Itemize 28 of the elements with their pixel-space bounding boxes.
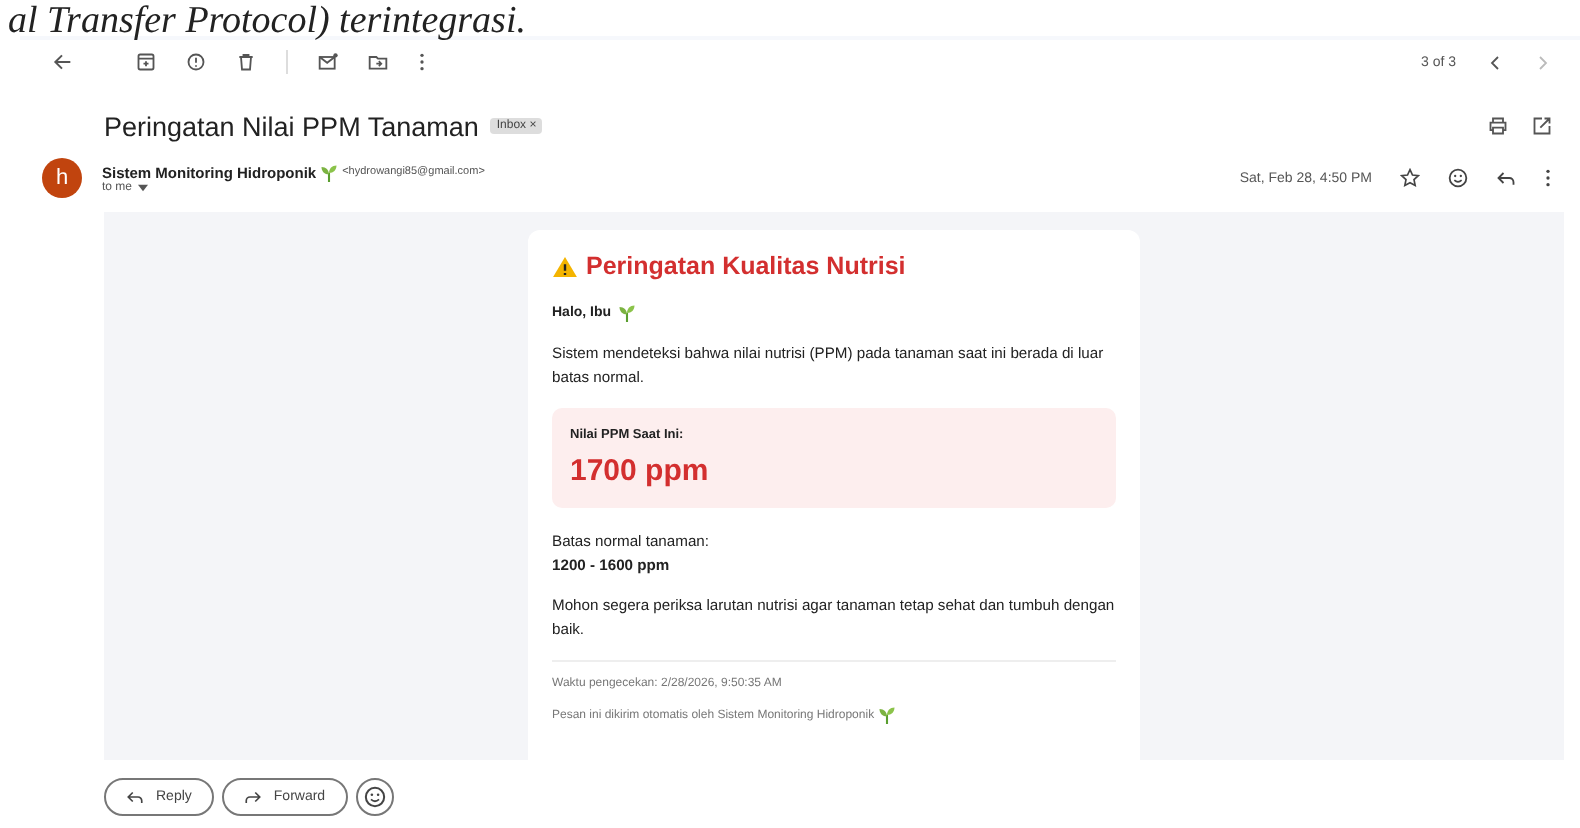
star-icon[interactable] [1400,168,1420,188]
print-icon[interactable] [1488,116,1508,136]
dropdown-icon[interactable] [138,183,149,191]
trash-icon[interactable] [236,52,256,72]
alert-title: Peringatan Kualitas Nutrisi [586,252,906,280]
email-subject: Peringatan Nilai PPM Tanaman [104,111,479,141]
emoji-reaction-button[interactable] [355,778,394,816]
sprout-icon [878,706,897,724]
archive-icon[interactable] [136,52,156,72]
more-icon[interactable] [1544,168,1552,188]
sprout-icon [320,163,339,181]
back-arrow-icon[interactable] [52,52,72,72]
reading-value: 1700 ppm [570,454,711,488]
reply-icon [126,788,144,806]
sprout-icon [617,304,636,322]
previous-icon[interactable] [1486,53,1504,71]
folder-icon[interactable] [368,52,388,72]
emoji-icon [363,786,386,808]
forward-icon [243,788,262,806]
reply-icon[interactable] [1496,168,1516,188]
new-window-icon[interactable] [1532,116,1552,136]
mail-icon[interactable] [318,52,338,72]
sender-avatar: h [42,158,82,198]
more-icon[interactable] [418,52,426,72]
document-text: al Transfer Protocol) terintegrasi. [6,0,526,44]
warning-icon [552,255,578,277]
emoji-icon[interactable] [1448,168,1468,188]
spam-icon[interactable] [186,52,206,72]
